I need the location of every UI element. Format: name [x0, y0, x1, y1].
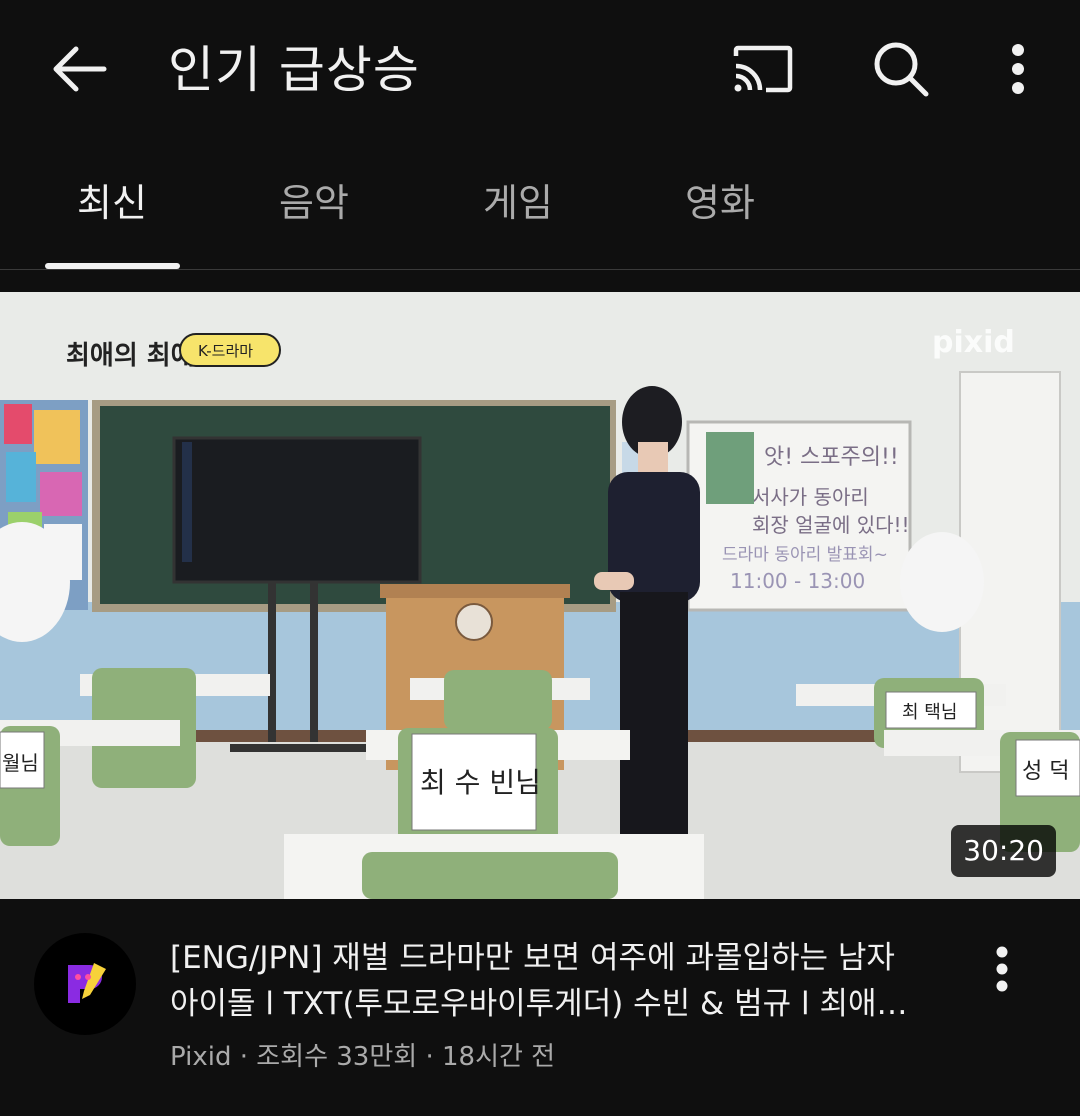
- top-app-bar: 인기 급상승: [0, 0, 1080, 140]
- tab-movies[interactable]: 영화: [640, 178, 800, 238]
- search-button[interactable]: [866, 34, 936, 104]
- cast-icon: [733, 45, 793, 93]
- more-vert-icon: [1012, 44, 1024, 94]
- video-title-line-2: 아이돌 l TXT(투모로우바이투게더) 수빈 & 범규 l 최애…: [170, 986, 908, 1022]
- video-channel-info: Pixid · 조회수 33만회 · 18시간 전: [170, 1042, 556, 1072]
- name-tag-far-right: 성 덕: [1022, 759, 1069, 784]
- tab-latest[interactable]: 최신: [32, 178, 192, 238]
- video-title-line-1: [ENG/JPN] 재벌 드라마만 보면 여주에 과몰입하는 남자: [170, 940, 895, 976]
- board-line-5: 11:00 - 13:00: [730, 569, 865, 593]
- video-title[interactable]: [ENG/JPN] 재벌 드라마만 보면 여주에 과몰입하는 남자 아이돌 l …: [170, 935, 930, 1027]
- search-icon: [874, 42, 929, 97]
- name-tag-center: 최 수 빈님: [420, 766, 541, 799]
- cast-button[interactable]: [726, 34, 800, 104]
- board-line-1: 앗! 스포주의!!: [764, 445, 899, 470]
- tab-music[interactable]: 음악: [234, 178, 394, 238]
- more-vert-icon: [996, 946, 1008, 992]
- board-line-2: 서사가 동아리: [752, 485, 869, 509]
- video-duration-badge: 30:20: [951, 825, 1056, 877]
- name-tag-right: 최 택님: [902, 702, 957, 723]
- active-tab-indicator: [45, 263, 180, 269]
- more-options-button[interactable]: [988, 34, 1048, 104]
- show-logo: 최애의 최애: [66, 341, 195, 371]
- back-arrow-icon: [53, 46, 107, 92]
- back-button[interactable]: [44, 34, 114, 104]
- board-line-3: 회장 얼굴에 있다!!: [752, 513, 910, 537]
- page-title: 인기 급상승: [168, 41, 420, 99]
- board-line-4: 드라마 동아리 발표회~: [722, 545, 888, 565]
- category-tabs: 최신 음악 게임 영화: [0, 140, 1080, 270]
- video-thumbnail[interactable]: 앗! 스포주의!! 서사가 동아리 회장 얼굴에 있다!! 드라마 동아리 발표…: [0, 292, 1080, 899]
- video-meta: [ENG/JPN] 재벌 드라마만 보면 여주에 과몰입하는 남자 아이돌 l …: [0, 899, 1080, 1116]
- pixid-logo-icon: [68, 963, 106, 1003]
- show-badge: K-드라마: [198, 342, 253, 360]
- brand-watermark: pixid: [932, 325, 1015, 360]
- name-tag-left: 월님: [2, 751, 39, 775]
- tab-gaming[interactable]: 게임: [438, 178, 598, 238]
- channel-avatar[interactable]: [34, 933, 136, 1035]
- thumbnail-image: 앗! 스포주의!! 서사가 동아리 회장 얼굴에 있다!! 드라마 동아리 발표…: [0, 292, 1080, 899]
- video-more-button[interactable]: [980, 939, 1024, 999]
